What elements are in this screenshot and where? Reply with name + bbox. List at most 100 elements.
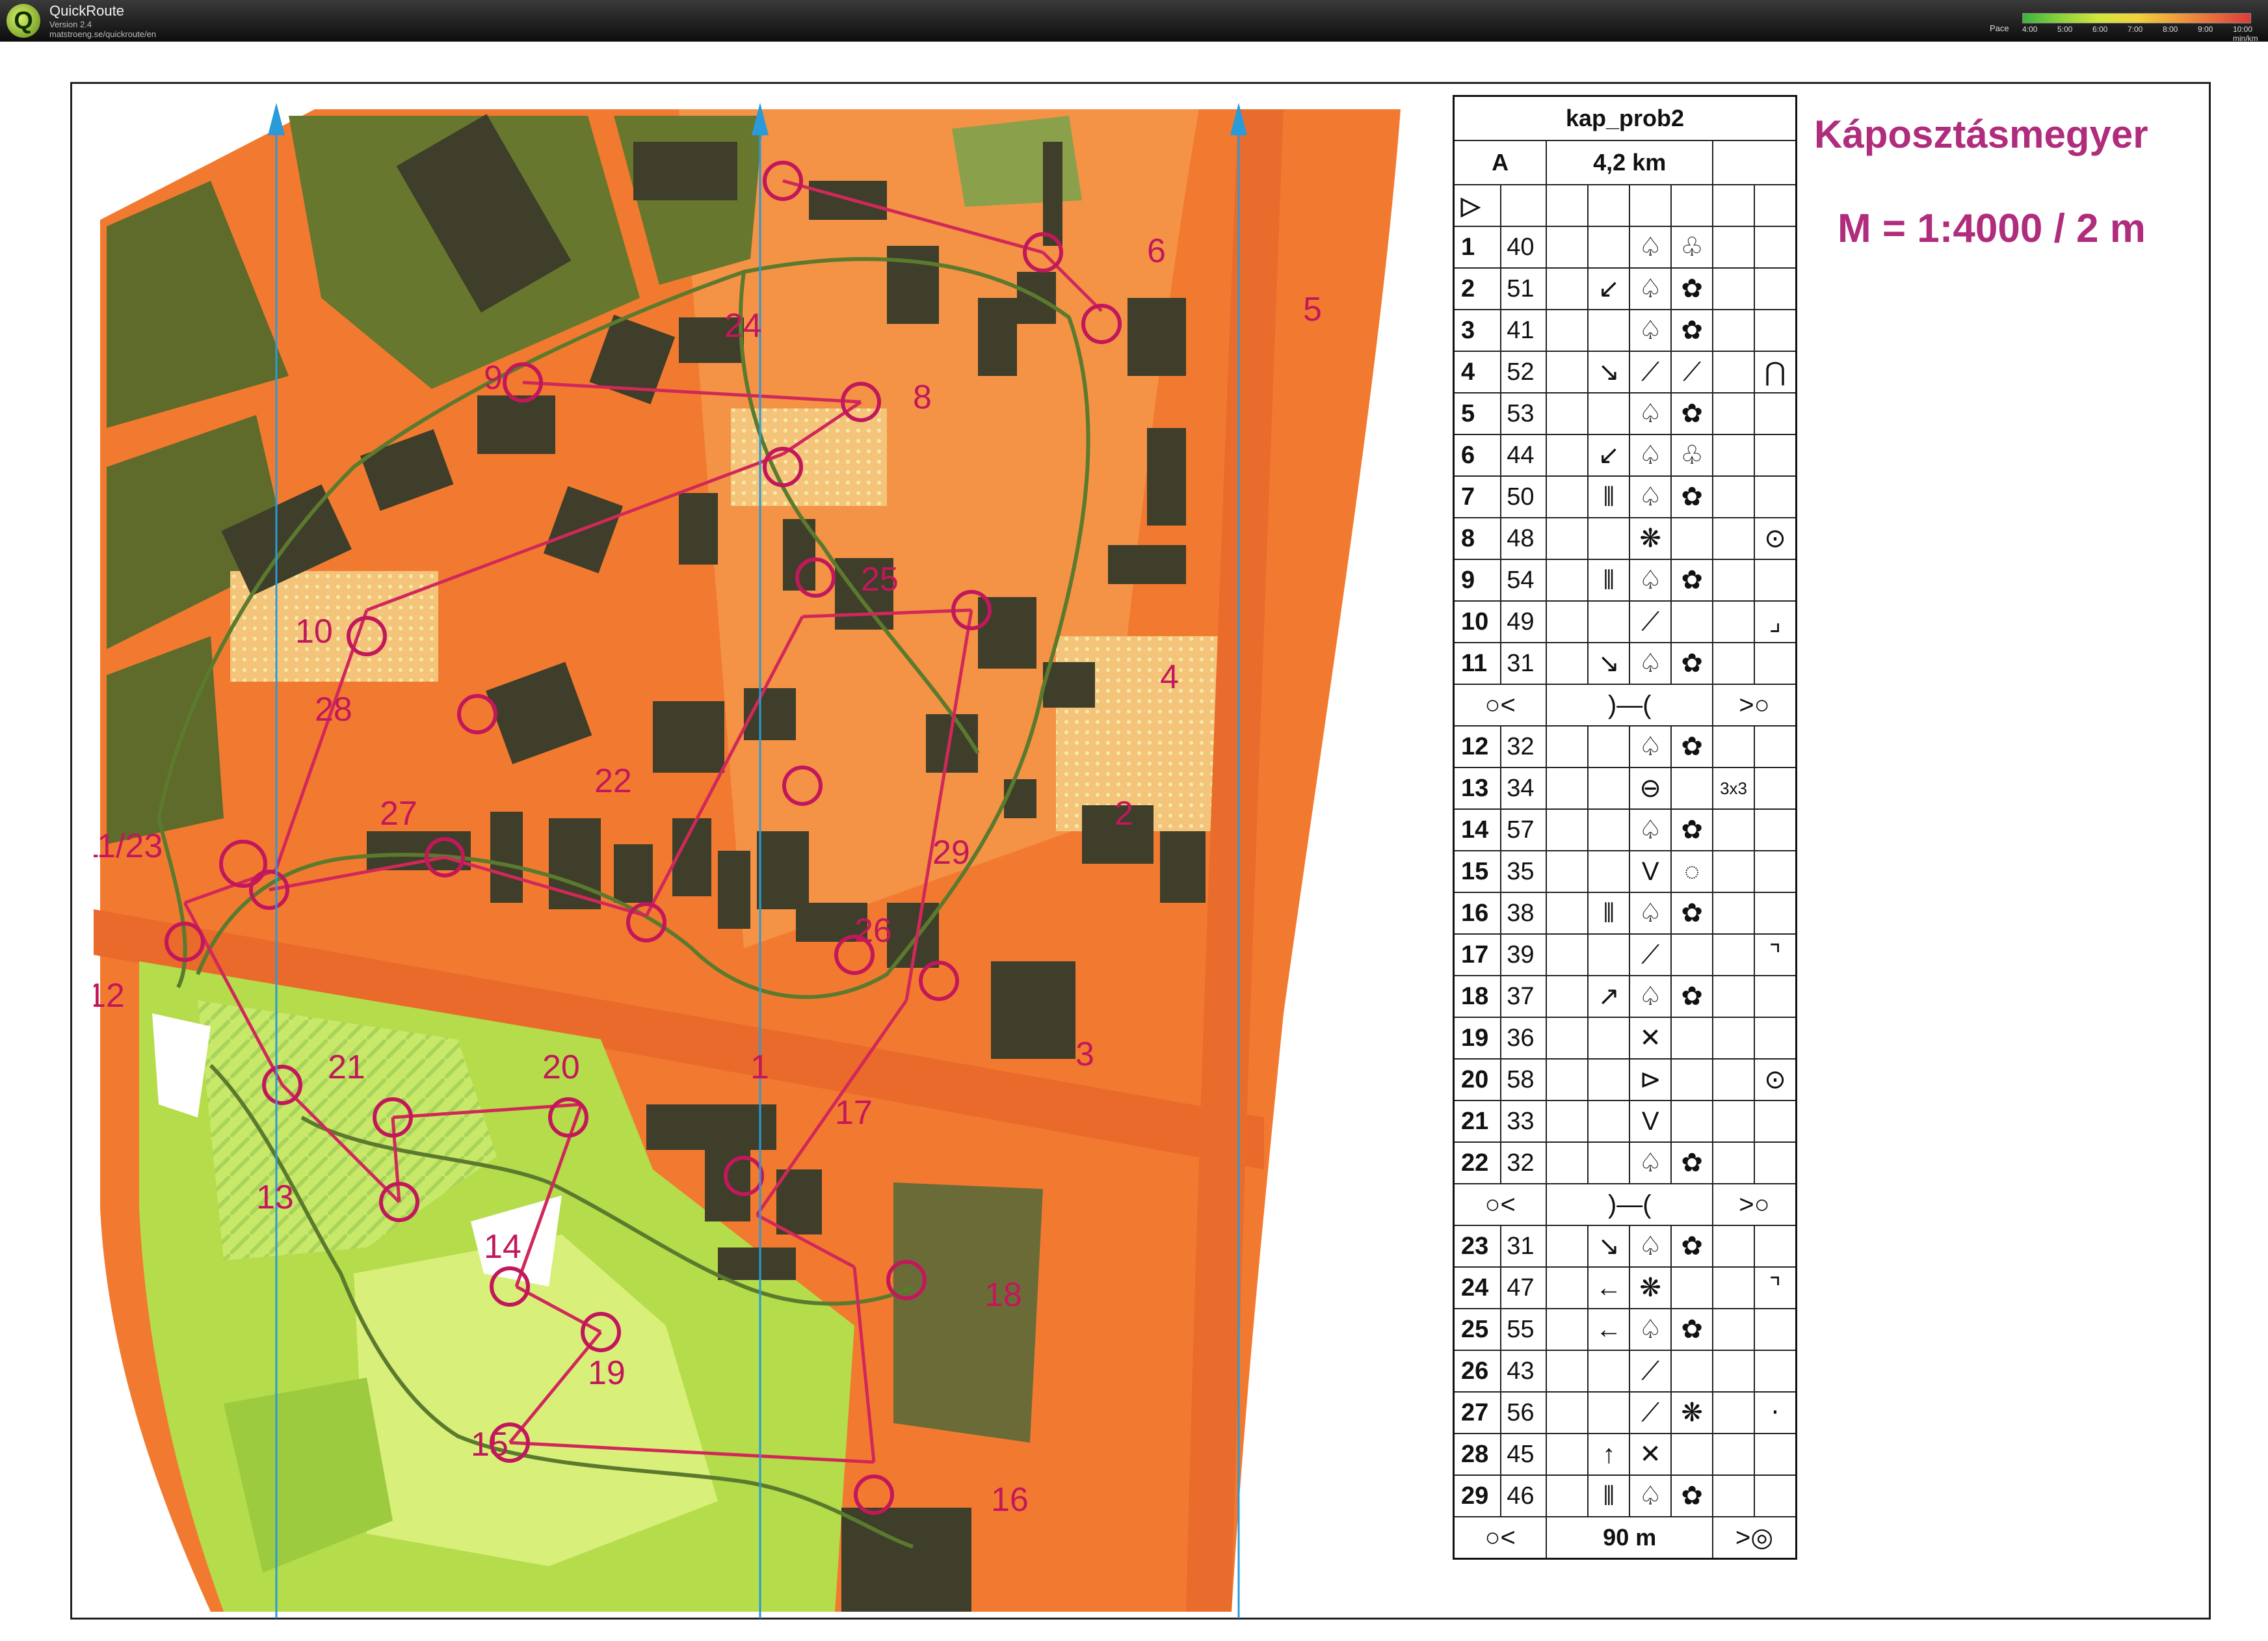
location-symbol [1754,392,1797,435]
appearance-symbol: ✿ [1670,808,1714,851]
control-code: 47 [1500,1266,1548,1309]
control-code: 31 [1500,642,1548,685]
pace-tick: 8:00 [2163,25,2178,34]
control-code: 46 [1500,1474,1548,1517]
column-c [1546,517,1589,560]
dimension [1712,1433,1756,1476]
dimension [1712,1308,1756,1351]
dimension [1712,975,1756,1018]
control-row: 14 57 ♤ ✿ [1453,808,1797,851]
control-label: 28 [315,691,352,728]
appearance-symbol [1670,1017,1714,1060]
column-d [1587,767,1631,810]
column-d: ⫴ [1587,475,1631,518]
route-start-icon: ○< [1453,1516,1548,1560]
control-code: 43 [1500,1350,1548,1393]
feature-symbol: ♤ [1629,475,1672,518]
quickroute-logo-icon: Q [7,4,40,38]
control-label: 8 [913,379,932,416]
control-row: 17 39 ⟋ ⌝ [1453,933,1797,976]
feature-symbol: ✕ [1629,1017,1672,1060]
column-d [1587,808,1631,851]
pace-color-bar [2022,13,2251,23]
control-code: 45 [1500,1433,1548,1476]
location-symbol [1754,475,1797,518]
control-label: 9 [484,359,503,397]
feature-symbol: ♤ [1629,808,1672,851]
feature-symbol: ♤ [1629,434,1672,477]
app-url[interactable]: matstroeng.se/quickroute/en [49,29,156,39]
control-row: 6 44 ↙ ♤ ♧ [1453,434,1797,477]
column-d [1587,309,1631,352]
feature-symbol: ♤ [1629,1141,1672,1184]
column-d: ↙ [1587,434,1631,477]
route-start-icon: ○< [1453,1183,1548,1226]
location-symbol: ⌝ [1754,1266,1797,1309]
column-d [1587,1058,1631,1101]
route-length: 90 m [1546,1516,1714,1560]
control-row: 27 56 ⟋ ❋ ⋅ [1453,1391,1797,1434]
control-row: 7 50 ⫴ ♤ ✿ [1453,475,1797,518]
control-label: 29 [932,834,970,872]
orienteering-map[interactable]: 123456891011/231213141516171819202122242… [94,103,1440,1618]
column-c [1546,725,1589,768]
app-version: Version 2.4 [49,20,92,29]
cd-marked-route-row: ○<)—(>○ [1453,684,1797,727]
route-funnel-icon: )—( [1546,684,1714,727]
route-start-icon: ○< [1453,684,1548,727]
feature-symbol: ♤ [1629,392,1672,435]
route-end-icon: >○ [1712,684,1797,727]
control-number: 18 [1453,975,1502,1018]
control-number: 5 [1453,392,1502,435]
location-symbol [1754,434,1797,477]
control-row: 18 37 ↗ ♤ ✿ [1453,975,1797,1018]
cd-start-row: ▷ [1453,184,1797,227]
control-label: 15 [471,1426,508,1463]
feature-symbol: ⟋ [1629,351,1672,394]
column-c [1546,1433,1589,1476]
control-row: 16 38 ⫴ ♤ ✿ [1453,892,1797,935]
appearance-symbol [1670,1100,1714,1143]
appearance-symbol: ✿ [1670,475,1714,518]
control-label: 11/23 [94,827,163,865]
control-row: 13 34 ⊖ 3x3 [1453,767,1797,810]
control-number: 4 [1453,351,1502,394]
control-number: 1 [1453,226,1502,269]
column-d [1587,517,1631,560]
dimension [1712,1141,1756,1184]
appearance-symbol: ✿ [1670,975,1714,1018]
control-number: 7 [1453,475,1502,518]
pace-label: Pace [1990,23,2009,33]
control-label: 14 [484,1228,521,1266]
dimension [1712,309,1756,352]
location-symbol: ⋂ [1754,351,1797,394]
control-row: 29 46 ⫴ ♤ ✿ [1453,1474,1797,1517]
feature-symbol: ♤ [1629,892,1672,935]
column-c [1546,975,1589,1018]
location-symbol [1754,892,1797,935]
control-code: 51 [1500,267,1548,310]
dimension [1712,1100,1756,1143]
control-code: 48 [1500,517,1548,560]
control-row: 26 43 ⟋ [1453,1350,1797,1393]
location-symbol: ⌝ [1754,933,1797,976]
control-row: 15 35 V ◌ [1453,850,1797,893]
control-row: 21 33 V [1453,1100,1797,1143]
control-code: 54 [1500,559,1548,602]
control-number: 22 [1453,1141,1502,1184]
control-row: 11 31 ↘ ♤ ✿ [1453,642,1797,685]
dimension [1712,1474,1756,1517]
column-c [1546,892,1589,935]
control-label: 16 [991,1481,1029,1519]
column-d [1587,226,1631,269]
control-number: 6 [1453,434,1502,477]
control-number: 20 [1453,1058,1502,1101]
appearance-symbol: ✿ [1670,892,1714,935]
column-d: ← [1587,1266,1631,1309]
appearance-symbol: ✿ [1670,642,1714,685]
dimension [1712,392,1756,435]
location-symbol [1754,850,1797,893]
pace-tick: 6:00 [2092,25,2108,34]
dimension [1712,642,1756,685]
dimension [1712,1017,1756,1060]
